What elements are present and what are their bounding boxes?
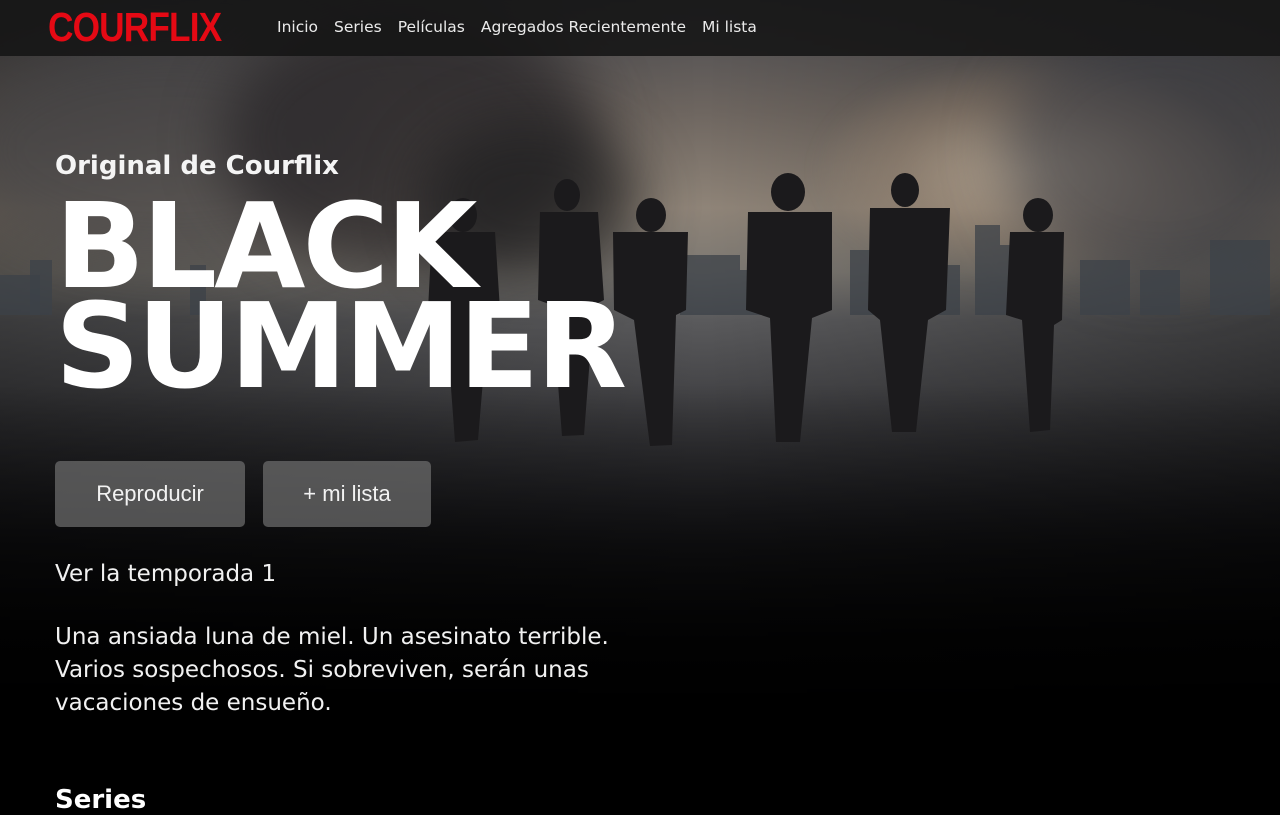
top-navigation-bar: COURFLIX Inicio Series Películas Agregad… xyxy=(0,0,1280,56)
hero-actions: Reproducir + mi lista xyxy=(55,461,431,527)
nav-item-peliculas[interactable]: Películas xyxy=(398,18,465,36)
add-to-my-list-button[interactable]: + mi lista xyxy=(263,461,431,527)
main-nav: Inicio Series Películas Agregados Recien… xyxy=(277,18,757,36)
nav-item-mi-lista[interactable]: Mi lista xyxy=(702,18,757,36)
season-label: Ver la temporada 1 xyxy=(55,561,277,587)
play-button[interactable]: Reproducir xyxy=(55,461,245,527)
synopsis: Una ansiada luna de miel. Un asesinato t… xyxy=(55,624,609,716)
row-title-series: Series xyxy=(55,785,147,815)
courflix-logo[interactable]: COURFLIX xyxy=(48,4,222,50)
nav-item-inicio[interactable]: Inicio xyxy=(277,18,318,36)
hero-title: BLACK SUMMER xyxy=(55,187,627,415)
hero-content: Original de Courflix BLACK SUMMER xyxy=(55,148,627,415)
nav-item-series[interactable]: Series xyxy=(334,18,382,36)
nav-item-agregados-recientemente[interactable]: Agregados Recientemente xyxy=(481,18,686,36)
hero-title-line-2: SUMMER xyxy=(55,277,627,415)
